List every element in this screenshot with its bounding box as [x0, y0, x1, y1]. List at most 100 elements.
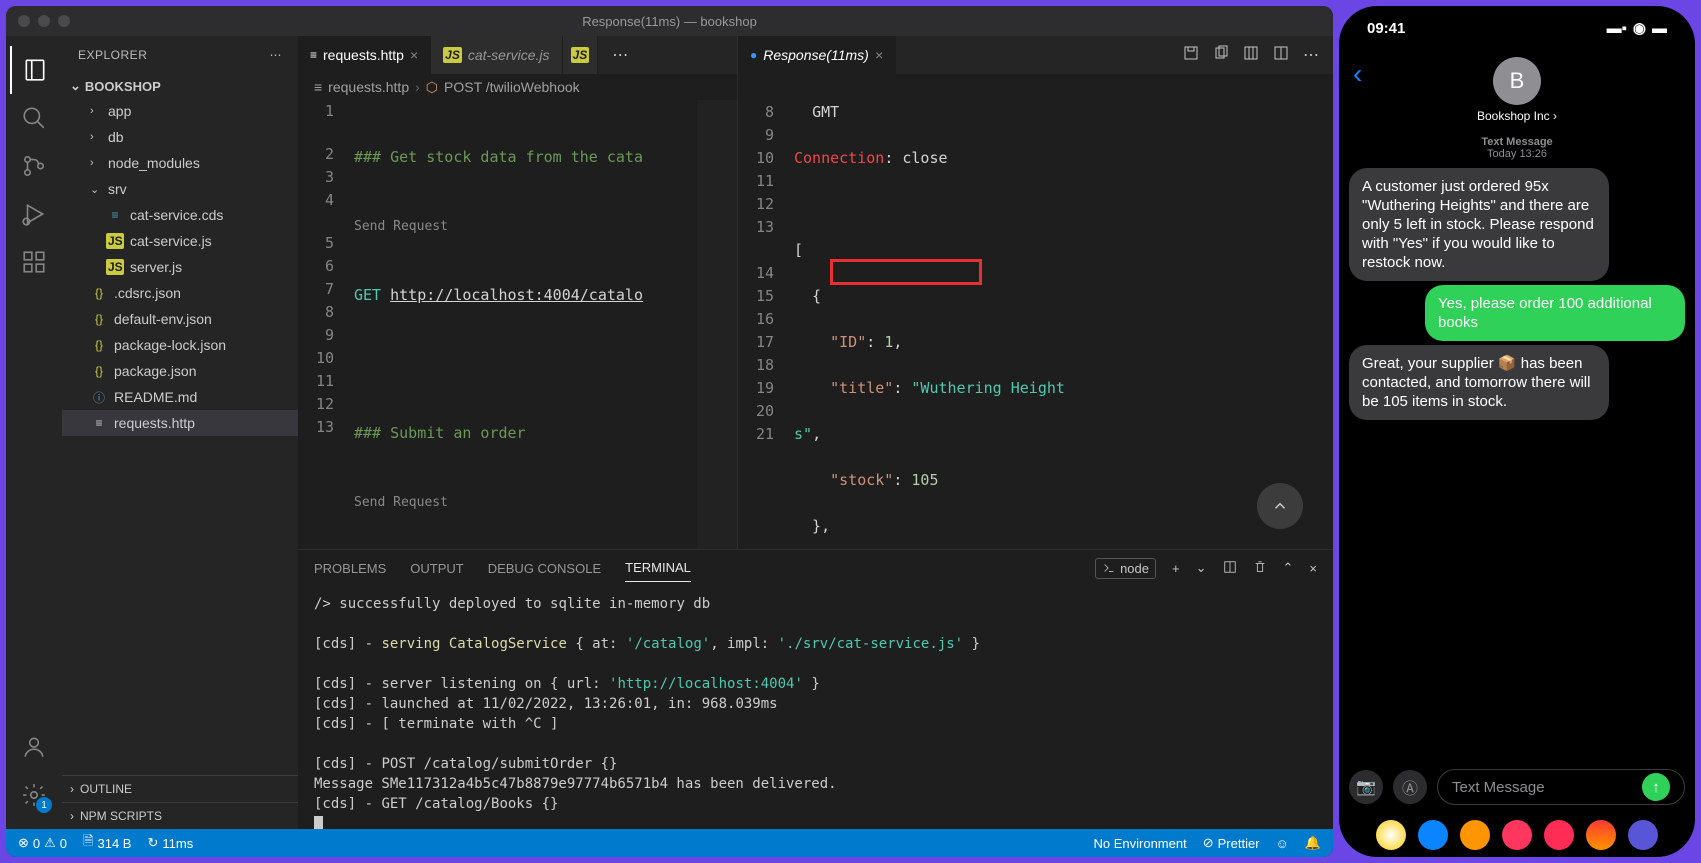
dock-app-icon[interactable] [1586, 820, 1616, 850]
dock-photos-icon[interactable] [1376, 820, 1406, 850]
close-window[interactable] [18, 15, 30, 27]
panel-tab-output[interactable]: OUTPUT [410, 555, 463, 582]
close-icon[interactable]: × [410, 47, 418, 63]
message-input[interactable]: Text Message ↑ [1437, 769, 1685, 805]
folder-srv[interactable]: ⌄srv [62, 176, 298, 202]
file-default-env-json[interactable]: {}default-env.json [62, 306, 298, 332]
file-cdsrc-json[interactable]: {}.cdsrc.json [62, 280, 298, 306]
search-icon[interactable] [10, 94, 58, 142]
copy-icon[interactable] [1213, 45, 1229, 66]
editor-right[interactable]: 89101112131415161718192021 GMT Connectio… [738, 74, 1333, 549]
date-label: Text Message Today 13:26 [1349, 136, 1685, 160]
sidebar: EXPLORER ⋯ ⌄ BOOKSHOP ›app ›db ›node_mod… [62, 36, 298, 829]
scroll-top-button[interactable] [1257, 483, 1303, 529]
line-gutter: 12345678910111213 [298, 100, 354, 549]
folder-db[interactable]: ›db [62, 124, 298, 150]
tab-response[interactable]: ● Response(11ms) × [738, 36, 896, 74]
dock-appstore-icon[interactable] [1418, 820, 1448, 850]
folder-node-modules[interactable]: ›node_modules [62, 150, 298, 176]
appstore-icon[interactable]: Ⓐ [1393, 770, 1427, 804]
contact-header[interactable]: B Bookshop Inc › [1477, 57, 1557, 123]
account-icon[interactable] [10, 723, 58, 771]
line-gutter: 89101112131415161718192021 [738, 78, 794, 549]
file-package-lock-json[interactable]: {}package-lock.json [62, 332, 298, 358]
editor-left[interactable]: ≡ requests.http › ⬡ POST /twilioWebhook … [298, 74, 738, 549]
explorer-icon[interactable] [10, 46, 58, 94]
project-header[interactable]: ⌄ BOOKSHOP [62, 74, 298, 98]
send-button[interactable]: ↑ [1642, 773, 1670, 801]
new-terminal-icon[interactable]: + [1172, 561, 1180, 576]
outline-section[interactable]: ›OUTLINE [62, 775, 298, 802]
chevron-up-icon[interactable]: ⌃ [1283, 560, 1294, 576]
shell-selector[interactable]: node [1095, 558, 1156, 579]
npm-scripts-section[interactable]: ›NPM SCRIPTS [62, 802, 298, 829]
status-environment[interactable]: No Environment [1094, 836, 1187, 851]
split-icon[interactable] [1273, 45, 1289, 66]
split-terminal-icon[interactable] [1223, 560, 1237, 577]
dock-app2-icon[interactable] [1628, 820, 1658, 850]
dock-memoji2-icon[interactable] [1502, 820, 1532, 850]
tabs-row: ≡ requests.http × JS cat-service.js JS ⋯ [298, 36, 1333, 74]
file-cat-service-cds[interactable]: ≡cat-service.cds [62, 202, 298, 228]
source-control-icon[interactable] [10, 142, 58, 190]
phone-nav: ‹ B Bookshop Inc › [1339, 50, 1695, 130]
minimize-window[interactable] [38, 15, 50, 27]
folder-app[interactable]: ›app [62, 98, 298, 124]
panel-tab-terminal[interactable]: TERMINAL [625, 554, 691, 582]
panel-tab-problems[interactable]: PROBLEMS [314, 555, 386, 582]
status-feedback-icon[interactable]: ☺ [1276, 836, 1289, 851]
trash-icon[interactable] [1253, 560, 1267, 577]
back-button[interactable]: ‹ [1353, 58, 1362, 90]
message-bubble-in[interactable]: A customer just ordered 95x "Wuthering H… [1349, 168, 1609, 281]
messages-list[interactable]: Text Message Today 13:26 A customer just… [1339, 130, 1695, 761]
dock-music-icon[interactable] [1544, 820, 1574, 850]
dock-memoji1-icon[interactable] [1460, 820, 1490, 850]
tab-cat-service-js[interactable]: JS cat-service.js [431, 36, 562, 74]
terminal-content[interactable]: /> successfully deployed to sqlite in-me… [298, 586, 1333, 829]
status-size[interactable]: 🗎314 B [83, 832, 131, 854]
camera-icon[interactable]: 📷 [1349, 770, 1383, 804]
sidebar-more-icon[interactable]: ⋯ [270, 48, 283, 62]
duplicate-icon[interactable] [1243, 45, 1259, 66]
code-content[interactable]: ### Get stock data from the cata Send Re… [354, 100, 697, 549]
highlight-annotation [830, 259, 982, 285]
settings-badge: 1 [36, 797, 52, 813]
status-errors[interactable]: ⊗0⚠0 [18, 835, 67, 851]
main-area: ≡ requests.http × JS cat-service.js JS ⋯ [298, 36, 1333, 829]
response-content[interactable]: GMT Connection: close [ { "ID": 1, "titl… [794, 78, 1333, 549]
status-prettier[interactable]: ⊘Prettier [1203, 835, 1260, 851]
close-panel-icon[interactable]: × [1309, 561, 1317, 576]
close-icon[interactable]: × [875, 47, 883, 63]
more-icon[interactable]: ⋯ [612, 45, 628, 65]
vscode-window: Response(11ms) — bookshop [6, 6, 1333, 857]
sidebar-header: EXPLORER ⋯ [62, 36, 298, 74]
file-package-json[interactable]: {}package.json [62, 358, 298, 384]
tab-requests-http[interactable]: ≡ requests.http × [298, 36, 431, 74]
file-requests-http[interactable]: ≡requests.http [62, 410, 298, 436]
send-request-link[interactable]: Send Request [354, 491, 697, 514]
save-icon[interactable] [1183, 45, 1199, 66]
tab-actions-left: ⋯ [598, 36, 642, 74]
file-readme-md[interactable]: ⓘREADME.md [62, 384, 298, 410]
chevron-down-icon[interactable]: ⌄ [1196, 560, 1207, 576]
more-icon[interactable]: ⋯ [1303, 45, 1319, 65]
send-request-link[interactable]: Send Request [354, 215, 697, 238]
status-time[interactable]: ↻11ms [147, 835, 193, 851]
wifi-icon: ◉ [1633, 19, 1646, 37]
panel-tab-debug-console[interactable]: DEBUG CONSOLE [488, 555, 601, 582]
minimap[interactable] [697, 100, 737, 549]
js-icon: JS [443, 47, 462, 63]
extensions-icon[interactable] [10, 238, 58, 286]
file-cat-service-js[interactable]: JScat-service.js [62, 228, 298, 254]
message-bubble-in[interactable]: Great, your supplier 📦 has been contacte… [1349, 345, 1609, 420]
status-bell-icon[interactable]: 🔔 [1305, 835, 1321, 851]
sidebar-title: EXPLORER [78, 48, 147, 62]
run-debug-icon[interactable] [10, 190, 58, 238]
maximize-window[interactable] [58, 15, 70, 27]
file-server-js[interactable]: JSserver.js [62, 254, 298, 280]
tab-overflow-js[interactable]: JS [563, 36, 599, 74]
message-bubble-out[interactable]: Yes, please order 100 additional books [1425, 285, 1685, 341]
symbol-icon: ⬡ [426, 79, 438, 96]
settings-gear-icon[interactable]: 1 [10, 771, 58, 819]
breadcrumb[interactable]: ≡ requests.http › ⬡ POST /twilioWebhook [298, 74, 737, 100]
